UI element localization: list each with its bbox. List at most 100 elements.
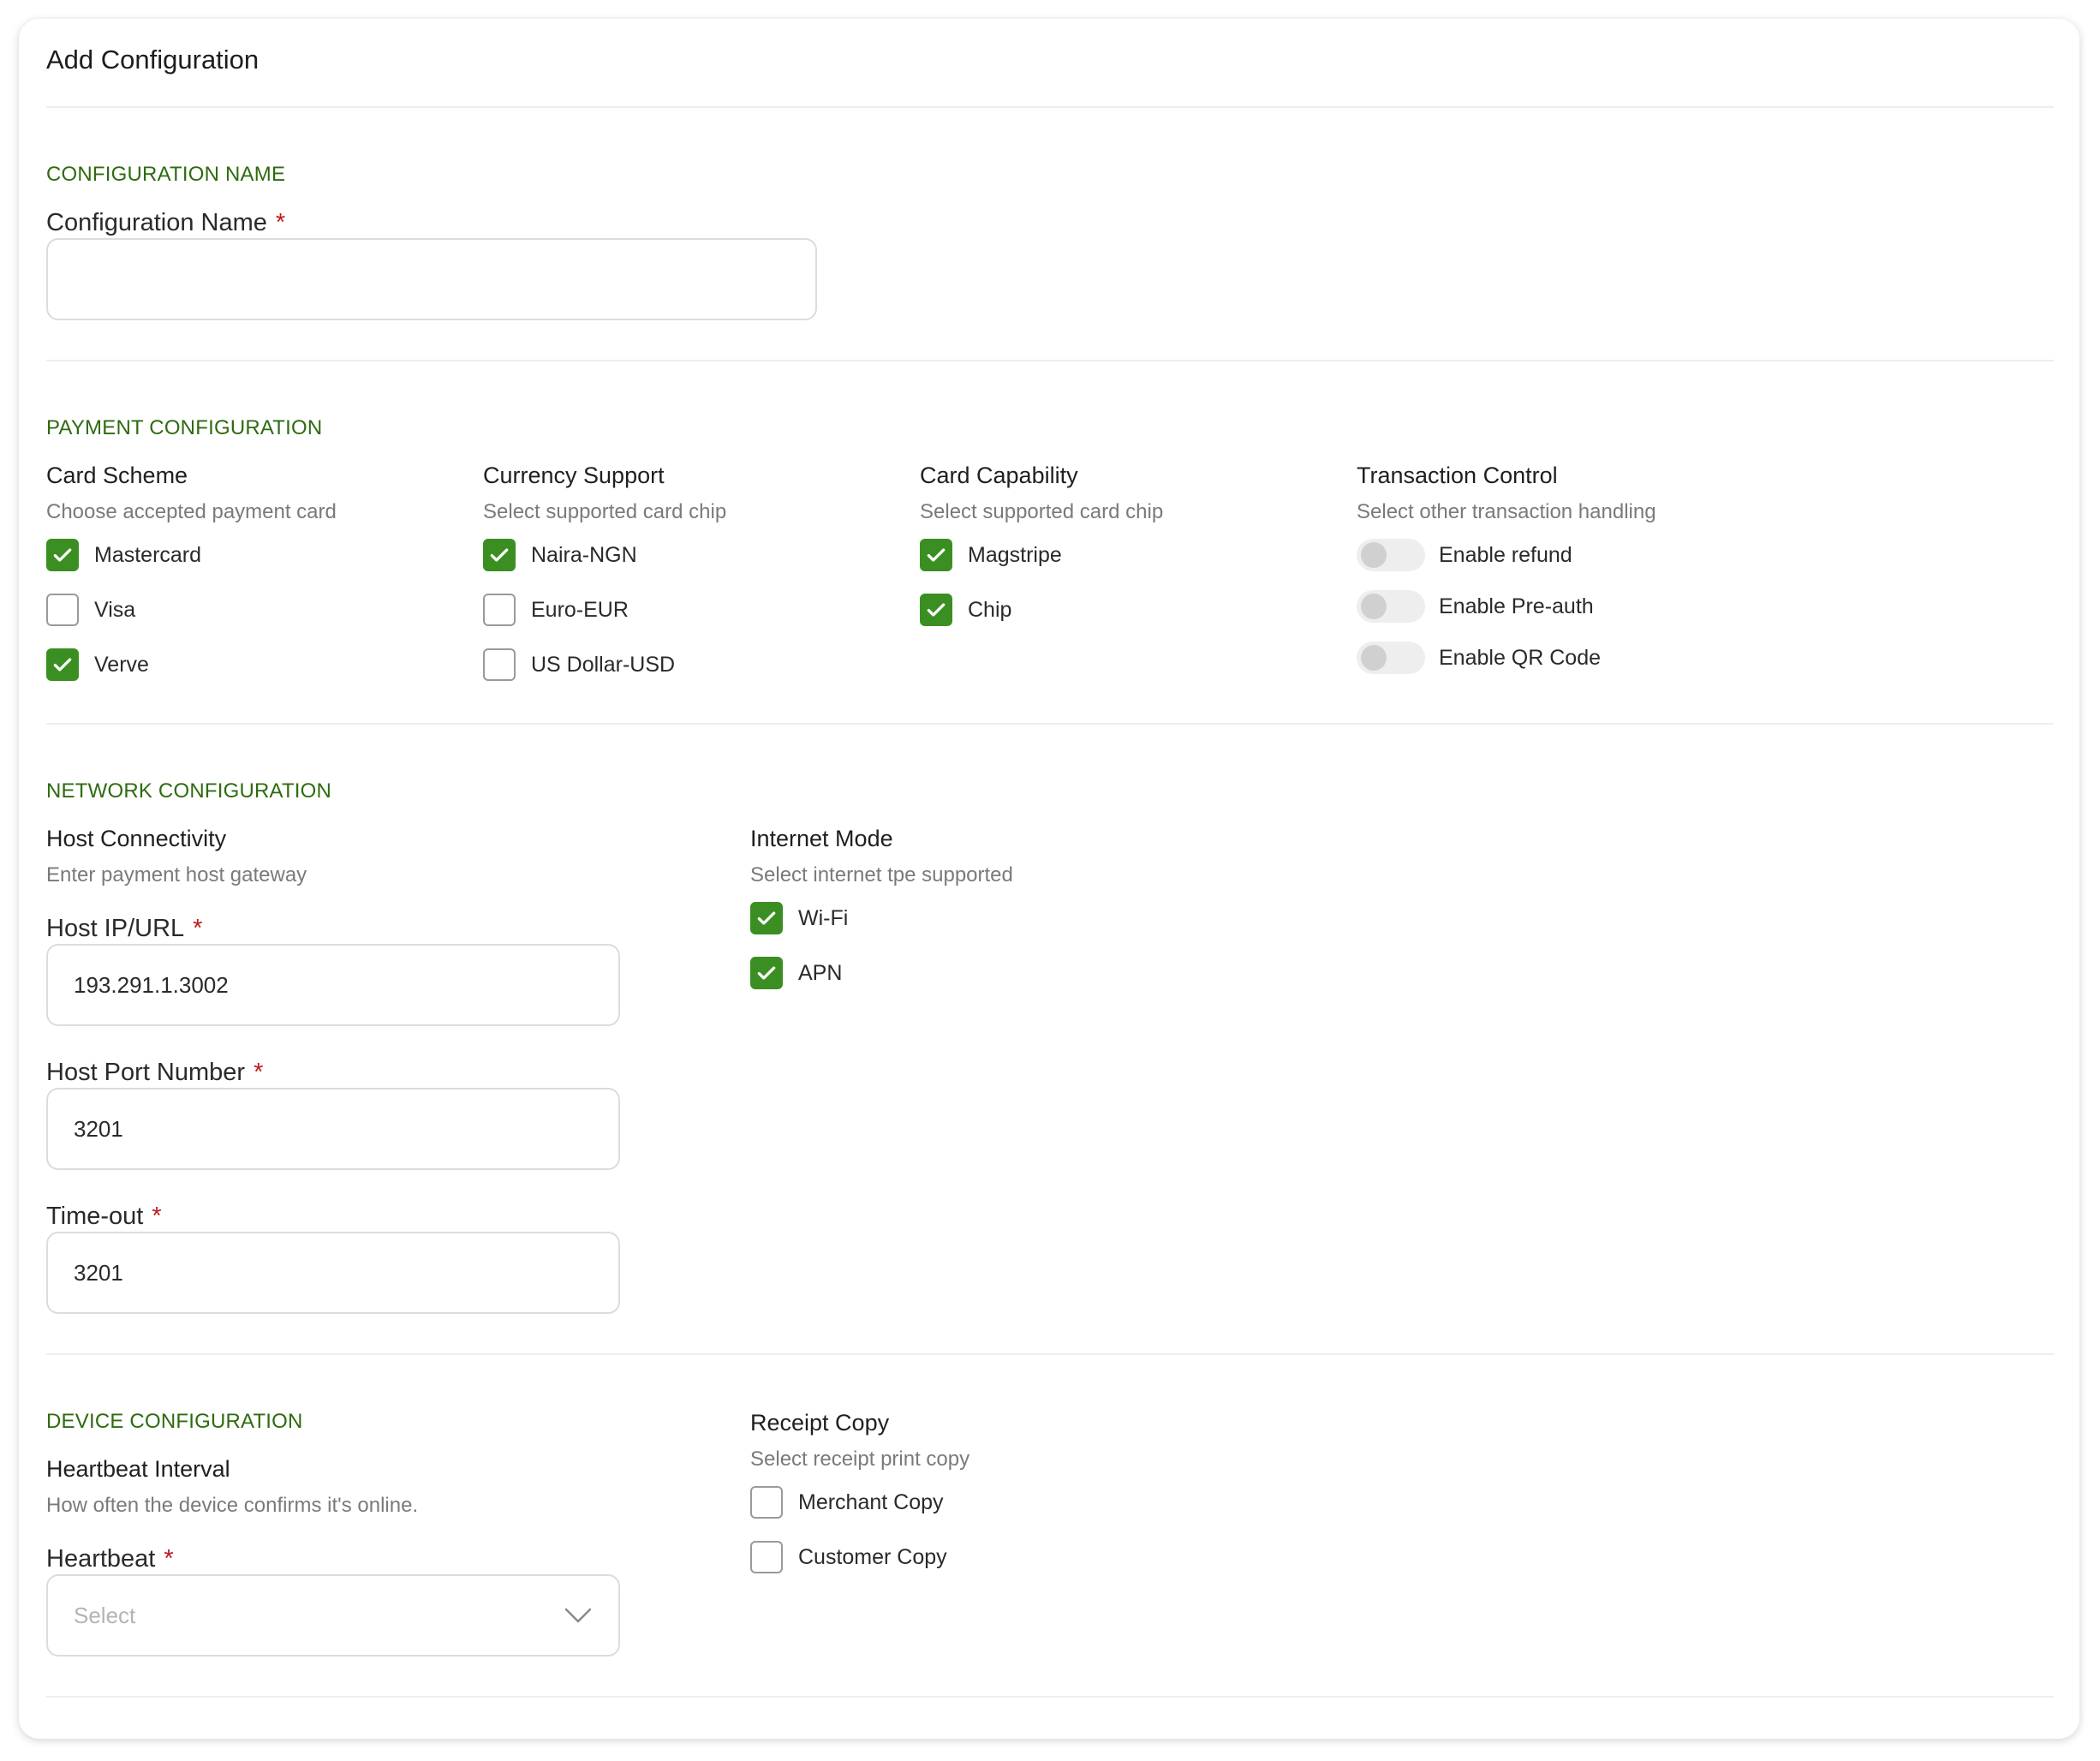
- currency-title: Currency Support: [483, 463, 665, 488]
- checkbox-merchant-copy[interactable]: Merchant Copy: [750, 1485, 944, 1519]
- check-icon: [53, 658, 72, 672]
- host-connectivity-title: Host Connectivity: [46, 826, 227, 851]
- checkbox-verve[interactable]: Verve: [46, 648, 149, 682]
- checkbox-label: Wi-Fi: [798, 905, 849, 930]
- toggle-label: Enable QR Code: [1439, 645, 1602, 670]
- toggle-knob: [1361, 645, 1387, 671]
- config-name-input[interactable]: [46, 238, 817, 320]
- checkbox-label: Naira-NGN: [531, 542, 637, 567]
- config-name-label-text: Configuration Name: [46, 209, 267, 236]
- check-icon: [757, 966, 776, 980]
- internet-mode-title: Internet Mode: [750, 826, 893, 851]
- timeout-label-text: Time-out: [46, 1203, 144, 1230]
- section-heading-payment: PAYMENT CONFIGURATION: [46, 416, 323, 439]
- heartbeat-label-text: Heartbeat: [46, 1545, 156, 1573]
- check-icon: [757, 911, 776, 925]
- capability-subtitle: Select supported card chip: [920, 500, 1164, 523]
- host-ip-label: Host IP/URL *: [46, 915, 202, 943]
- required-marker: *: [275, 209, 286, 236]
- page-title: Add Configuration: [46, 45, 260, 75]
- checkbox-checked[interactable]: [46, 539, 79, 571]
- add-configuration-card: Add Configuration CONFIGURATION NAME Con…: [19, 19, 2079, 1739]
- checkbox-unchecked[interactable]: [483, 594, 516, 626]
- heartbeat-subtitle: How often the device confirms it's onlin…: [46, 1494, 419, 1517]
- card-scheme-subtitle: Choose accepted payment card: [46, 500, 337, 523]
- section-heading-config-name: CONFIGURATION NAME: [46, 163, 286, 186]
- checkbox-checked[interactable]: [46, 648, 79, 681]
- host-ip-input[interactable]: 193.291.1.3002: [46, 944, 620, 1026]
- checkbox-apn[interactable]: APN: [750, 956, 842, 990]
- checkbox-label: Magstripe: [968, 542, 1062, 567]
- currency-subtitle: Select supported card chip: [483, 500, 727, 523]
- host-ip-label-text: Host IP/URL: [46, 915, 185, 942]
- checkbox-label: Customer Copy: [798, 1544, 947, 1569]
- receipt-copy-title: Receipt Copy: [750, 1410, 890, 1436]
- toggle-enable-qr[interactable]: Enable QR Code: [1357, 641, 1601, 675]
- checkbox-naira[interactable]: Naira-NGN: [483, 538, 637, 572]
- divider: [46, 723, 2054, 725]
- checkbox-euro[interactable]: Euro-EUR: [483, 593, 629, 627]
- checkbox-checked[interactable]: [750, 902, 783, 934]
- toggle-switch[interactable]: [1357, 539, 1425, 571]
- required-marker: *: [152, 1203, 162, 1230]
- host-port-label-text: Host Port Number: [46, 1059, 246, 1086]
- chevron-down-icon: [564, 1608, 592, 1623]
- card-scheme-title: Card Scheme: [46, 463, 188, 488]
- toggle-enable-preauth[interactable]: Enable Pre-auth: [1357, 589, 1594, 624]
- capability-title: Card Capability: [920, 463, 1078, 488]
- checkbox-label: Mastercard: [94, 542, 202, 567]
- required-marker: *: [254, 1059, 264, 1086]
- host-port-label: Host Port Number *: [46, 1059, 263, 1087]
- checkbox-chip[interactable]: Chip: [920, 593, 1011, 627]
- checkbox-unchecked[interactable]: [483, 648, 516, 681]
- toggle-enable-refund[interactable]: Enable refund: [1357, 538, 1572, 572]
- check-icon: [490, 548, 509, 562]
- timeout-label: Time-out *: [46, 1203, 162, 1231]
- checkbox-checked[interactable]: [483, 539, 516, 571]
- transaction-subtitle: Select other transaction handling: [1357, 500, 1656, 523]
- divider: [46, 1696, 2054, 1698]
- section-heading-device: DEVICE CONFIGURATION: [46, 1410, 303, 1433]
- check-icon: [927, 603, 946, 617]
- check-icon: [927, 548, 946, 562]
- toggle-label: Enable refund: [1439, 542, 1572, 567]
- checkbox-label: Merchant Copy: [798, 1489, 944, 1514]
- checkbox-label: Verve: [94, 652, 149, 677]
- toggle-switch[interactable]: [1357, 642, 1425, 674]
- section-heading-network: NETWORK CONFIGURATION: [46, 779, 332, 803]
- checkbox-label: US Dollar-USD: [531, 652, 676, 677]
- checkbox-unchecked[interactable]: [750, 1486, 783, 1519]
- checkbox-magstripe[interactable]: Magstripe: [920, 538, 1062, 572]
- toggle-knob: [1361, 594, 1387, 619]
- config-name-label: Configuration Name *: [46, 209, 285, 237]
- toggle-label: Enable Pre-auth: [1439, 594, 1594, 618]
- receipt-copy-subtitle: Select receipt print copy: [750, 1448, 970, 1471]
- checkbox-usd[interactable]: US Dollar-USD: [483, 648, 675, 682]
- heartbeat-label: Heartbeat *: [46, 1545, 174, 1573]
- checkbox-wifi[interactable]: Wi-Fi: [750, 901, 848, 935]
- toggle-switch[interactable]: [1357, 590, 1425, 623]
- checkbox-label: Visa: [94, 597, 136, 622]
- toggle-knob: [1361, 542, 1387, 568]
- checkbox-label: Euro-EUR: [531, 597, 629, 622]
- transaction-title: Transaction Control: [1357, 463, 1558, 488]
- host-connectivity-subtitle: Enter payment host gateway: [46, 863, 307, 886]
- heartbeat-select-placeholder: Select: [74, 1602, 136, 1628]
- timeout-input[interactable]: 3201: [46, 1232, 620, 1314]
- checkbox-customer-copy[interactable]: Customer Copy: [750, 1540, 947, 1574]
- checkbox-visa[interactable]: Visa: [46, 593, 135, 627]
- heartbeat-select[interactable]: Select: [46, 1574, 620, 1657]
- checkbox-checked[interactable]: [920, 539, 952, 571]
- checkbox-unchecked[interactable]: [750, 1541, 783, 1573]
- checkbox-label: APN: [798, 960, 843, 985]
- checkbox-mastercard[interactable]: Mastercard: [46, 538, 201, 572]
- required-marker: *: [164, 1545, 174, 1573]
- checkbox-checked[interactable]: [920, 594, 952, 626]
- divider: [46, 106, 2054, 108]
- host-port-input[interactable]: 3201: [46, 1088, 620, 1170]
- checkbox-checked[interactable]: [750, 957, 783, 989]
- divider: [46, 360, 2054, 361]
- heartbeat-title: Heartbeat Interval: [46, 1456, 230, 1482]
- checkbox-unchecked[interactable]: [46, 594, 79, 626]
- required-marker: *: [193, 915, 203, 942]
